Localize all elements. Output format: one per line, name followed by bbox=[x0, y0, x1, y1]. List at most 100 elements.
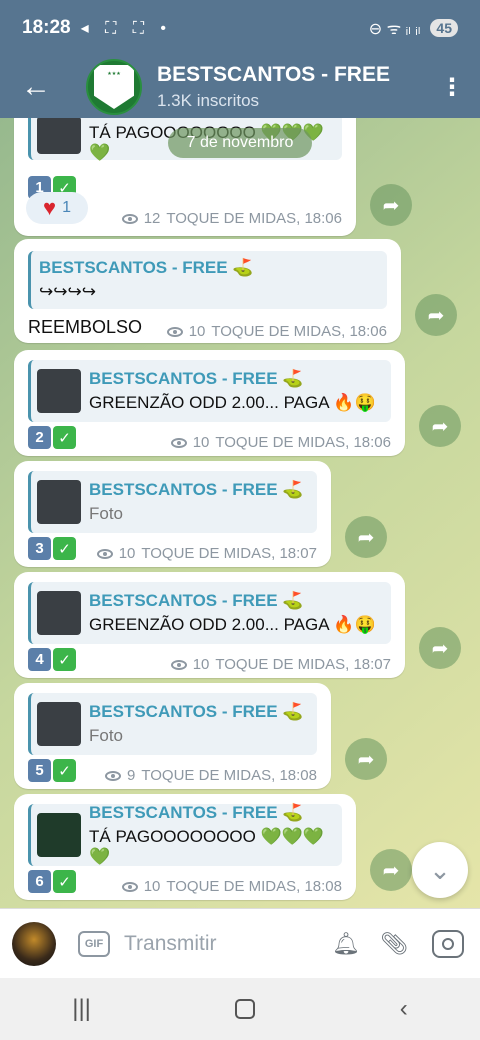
status-time: 18:28 bbox=[22, 17, 71, 38]
check-icon: ✓ bbox=[53, 759, 76, 782]
broadcast-input-bar: GIF Transmitir 🔔︎ 📎︎ bbox=[0, 908, 480, 978]
broadcast-input[interactable]: Transmitir bbox=[124, 932, 217, 956]
quote-thumbnail bbox=[37, 813, 81, 857]
quote-thumbnail bbox=[37, 591, 81, 635]
number-badge: 3 ✓ bbox=[28, 537, 76, 560]
number-keycap: 6 bbox=[28, 870, 51, 893]
message-bubble[interactable]: BESTSCANTOS - FREE ⛳ Foto 3 ✓ 10 TOQUE D… bbox=[14, 461, 331, 567]
share-icon[interactable]: ➦ bbox=[345, 516, 387, 558]
number-keycap: 5 bbox=[28, 759, 51, 782]
quote-body: GREENZÃO ODD 2.00... PAGA 🔥🤑 bbox=[89, 615, 376, 634]
quote-channel-name: BESTSCANTOS - FREE ⛳ bbox=[89, 803, 304, 822]
reaction-heart[interactable]: ♥ 1 bbox=[26, 192, 88, 224]
quote-channel-name: BESTSCANTOS - FREE ⛳ bbox=[89, 591, 304, 610]
share-icon[interactable]: ➦ bbox=[415, 294, 457, 336]
quote-body: GREENZÃO ODD 2.00... PAGA 🔥🤑 bbox=[89, 393, 376, 412]
number-keycap: 4 bbox=[28, 648, 51, 671]
back-arrow-icon[interactable]: ← bbox=[0, 56, 72, 118]
channel-title: BESTSCANTOS - FREE bbox=[157, 63, 390, 86]
message-bubble[interactable]: BESTSCANTOS - FREE ⛳ GREENZÃO ODD 2.00..… bbox=[14, 350, 405, 456]
reply-quote[interactable]: BESTSCANTOS - FREE ⛳ Foto bbox=[28, 693, 317, 755]
message-signature: TOQUE DE MIDAS, 18:06 bbox=[211, 323, 387, 340]
chat-area[interactable]: TÁ PAGOOOOOOOO 💚💚💚💚 1 ✓ ♥ 1 12 TOQUE DE … bbox=[0, 118, 480, 908]
system-nav-bar: ||| ‹ bbox=[0, 978, 480, 1040]
message-signature: TOQUE DE MIDAS, 18:07 bbox=[141, 545, 317, 562]
channel-logo: ★★★ bbox=[94, 65, 134, 109]
views-icon bbox=[105, 770, 122, 781]
message-signature: TOQUE DE MIDAS, 18:07 bbox=[215, 656, 391, 673]
share-icon[interactable]: ➦ bbox=[370, 849, 412, 891]
message-meta: 10 TOQUE DE MIDAS, 18:07 bbox=[170, 656, 391, 673]
gif-icon[interactable]: GIF bbox=[78, 930, 110, 957]
quote-body: TÁ PAGOOOOOOOO 💚💚💚💚 bbox=[89, 827, 325, 866]
notification-icons: ◂ ⛶ ⛶ • bbox=[80, 20, 172, 37]
message-meta: 10 TOQUE DE MIDAS, 18:06 bbox=[166, 323, 387, 340]
message-text: REEMBOLSO bbox=[28, 317, 143, 337]
status-bar: 18:28 ◂ ⛶ ⛶ • ⊖ ᯤ ᵢₗ ᵢₗ 45 bbox=[0, 0, 480, 56]
view-count: 10 bbox=[192, 656, 210, 673]
message-bubble[interactable]: BESTSCANTOS - FREE ⛳ GREENZÃO ODD 2.00..… bbox=[14, 572, 405, 678]
quote-channel-name: BESTSCANTOS - FREE ⛳ bbox=[89, 702, 304, 721]
recents-icon[interactable]: ||| bbox=[72, 995, 91, 1023]
quote-thumbnail bbox=[37, 118, 81, 154]
message-bubble[interactable]: BESTSCANTOS - FREE ⛳ Foto 5 ✓ 9 TOQUE DE… bbox=[14, 683, 331, 789]
quote-body: Foto bbox=[89, 504, 124, 523]
share-icon[interactable]: ➦ bbox=[419, 627, 461, 669]
reply-quote[interactable]: BESTSCANTOS - FREE ⛳ GREENZÃO ODD 2.00..… bbox=[28, 360, 391, 422]
back-nav-icon[interactable]: ‹ bbox=[400, 995, 408, 1023]
views-icon bbox=[170, 437, 187, 448]
message-signature: TOQUE DE MIDAS, 18:06 bbox=[215, 434, 391, 451]
quote-channel-name: BESTSCANTOS - FREE ⛳ bbox=[89, 480, 304, 499]
views-icon bbox=[121, 213, 138, 224]
channel-avatar[interactable]: ★★★ bbox=[86, 59, 142, 115]
view-count: 10 bbox=[188, 323, 206, 340]
view-count: 12 bbox=[143, 210, 161, 227]
message-bubble[interactable]: BESTSCANTOS - FREE ⛳ TÁ PAGOOOOOOOO 💚💚💚💚… bbox=[14, 794, 356, 900]
quote-thumbnail bbox=[37, 480, 81, 524]
message-meta: 10 TOQUE DE MIDAS, 18:08 bbox=[121, 878, 342, 895]
quote-body: Foto bbox=[89, 726, 124, 745]
share-icon[interactable]: ➦ bbox=[419, 405, 461, 447]
quote-body: ↪↪↪↪ bbox=[39, 282, 96, 301]
check-icon: ✓ bbox=[53, 870, 76, 893]
share-icon[interactable]: ➦ bbox=[345, 738, 387, 780]
chevron-down-icon[interactable]: ⌄ bbox=[412, 842, 468, 898]
quote-thumbnail bbox=[37, 369, 81, 413]
camera-icon[interactable] bbox=[432, 929, 464, 958]
views-icon bbox=[96, 548, 113, 559]
number-badge: 2 ✓ bbox=[28, 426, 76, 449]
number-badge: 4 ✓ bbox=[28, 648, 76, 671]
view-count: 9 bbox=[127, 767, 136, 784]
check-icon: ✓ bbox=[53, 426, 76, 449]
message-signature: TOQUE DE MIDAS, 18:08 bbox=[166, 878, 342, 895]
number-badge: 6 ✓ bbox=[28, 870, 76, 893]
channel-subscribers: 1.3K inscritos bbox=[157, 91, 260, 110]
view-count: 10 bbox=[118, 545, 136, 562]
paperclip-icon[interactable]: 📎︎ bbox=[370, 931, 418, 957]
view-count: 10 bbox=[192, 434, 210, 451]
message-bubble[interactable]: BESTSCANTOS - FREE ⛳ ↪↪↪↪ REEMBOLSO 10 T… bbox=[14, 239, 401, 343]
message-meta: 10 TOQUE DE MIDAS, 18:07 bbox=[96, 545, 317, 562]
quote-thumbnail bbox=[37, 702, 81, 746]
home-icon[interactable] bbox=[235, 999, 256, 1019]
reply-quote[interactable]: BESTSCANTOS - FREE ⛳ ↪↪↪↪ bbox=[28, 251, 387, 309]
message-meta: 9 TOQUE DE MIDAS, 18:08 bbox=[105, 767, 317, 784]
views-icon bbox=[166, 326, 183, 337]
quote-channel-name: BESTSCANTOS - FREE ⛳ bbox=[39, 258, 254, 277]
reply-quote[interactable]: BESTSCANTOS - FREE ⛳ TÁ PAGOOOOOOOO 💚💚💚💚 bbox=[28, 803, 342, 866]
channel-title-group[interactable]: BESTSCANTOS - FREE 1.3K inscritos bbox=[157, 63, 390, 111]
share-icon[interactable]: ➦ bbox=[370, 184, 412, 226]
heart-icon: ♥ bbox=[43, 195, 57, 220]
number-keycap: 2 bbox=[28, 426, 51, 449]
message-meta: 12 TOQUE DE MIDAS, 18:06 bbox=[121, 210, 342, 227]
reply-quote[interactable]: BESTSCANTOS - FREE ⛳ Foto bbox=[28, 471, 317, 533]
reply-quote[interactable]: BESTSCANTOS - FREE ⛳ GREENZÃO ODD 2.00..… bbox=[28, 582, 391, 644]
message-signature: TOQUE DE MIDAS, 18:08 bbox=[141, 767, 317, 784]
sender-avatar[interactable] bbox=[12, 921, 56, 966]
bell-icon[interactable]: 🔔︎ bbox=[322, 931, 370, 957]
more-vert-icon[interactable]: ⋮ bbox=[424, 73, 480, 102]
views-icon bbox=[170, 659, 187, 670]
channel-header: ← ★★★ BESTSCANTOS - FREE 1.3K inscritos … bbox=[0, 56, 480, 118]
number-keycap: 3 bbox=[28, 537, 51, 560]
quote-channel-name: BESTSCANTOS - FREE ⛳ bbox=[89, 369, 304, 388]
